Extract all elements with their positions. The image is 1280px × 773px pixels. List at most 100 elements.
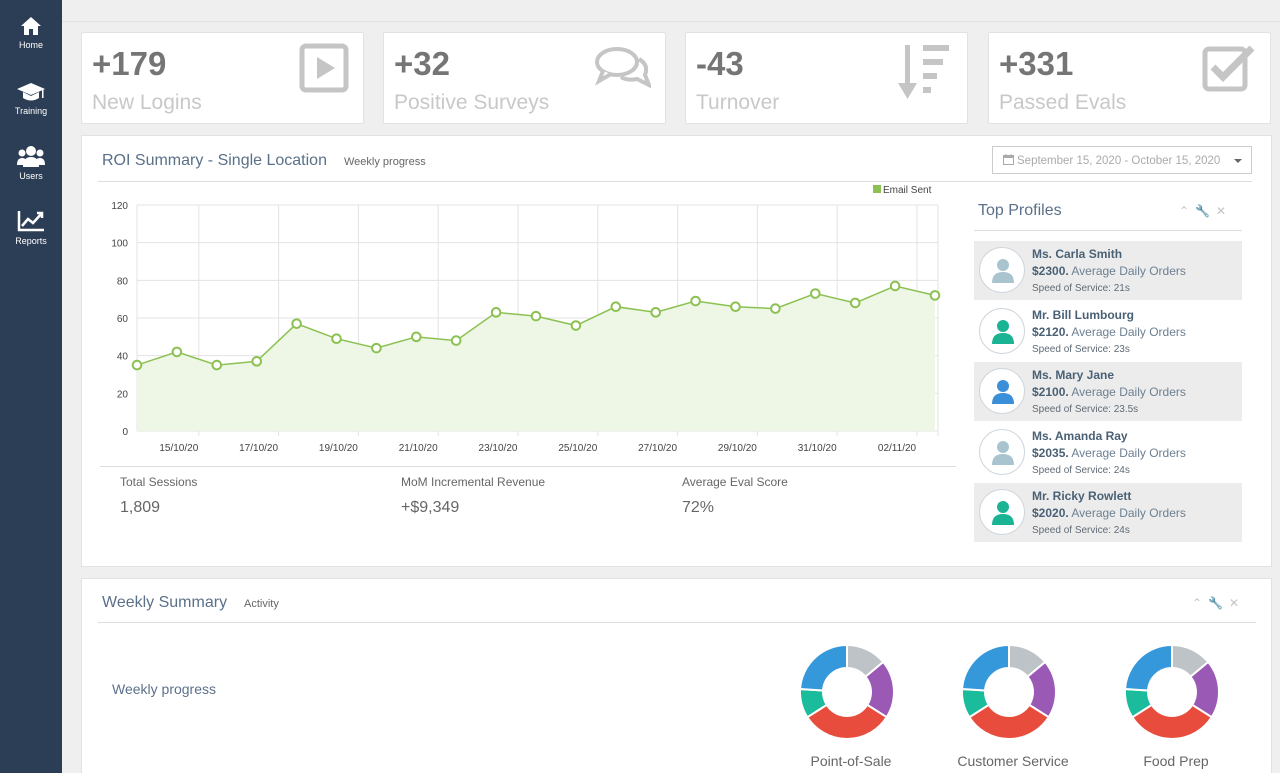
profile-row[interactable]: Ms. Mary Jane $2100. Average Daily Orders… <box>974 362 1242 421</box>
data-point[interactable] <box>411 331 422 343</box>
x-tick-label: 19/10/20 <box>319 443 358 454</box>
stat-card-turnover: -43 Turnover <box>685 32 968 124</box>
profile-speed: Speed of Service: 23.5s <box>1032 404 1139 415</box>
y-tick-label: 100 <box>111 239 128 250</box>
summary-value-mom-revenue: +$9,349 <box>401 499 460 516</box>
line-chart-icon <box>17 211 44 232</box>
profile-amount: $2020. <box>1032 506 1069 520</box>
top-bar <box>62 0 1280 22</box>
data-point[interactable] <box>171 346 183 358</box>
donut-chart-customer-service <box>961 643 1057 740</box>
roi-summary-panel: ROI Summary - Single Location Weekly pro… <box>81 135 1272 567</box>
profile-speed: Speed of Service: 24s <box>1032 525 1130 536</box>
data-point[interactable] <box>371 342 382 354</box>
nav-users[interactable]: Users <box>0 145 62 201</box>
avatar <box>979 307 1025 354</box>
top-profiles-title: Top Profiles <box>978 202 1062 219</box>
wrench-icon[interactable]: 🔧 <box>1208 596 1229 610</box>
data-point[interactable] <box>131 359 143 371</box>
chevron-up-icon[interactable]: ⌃ <box>1179 204 1195 218</box>
weekly-summary-panel: Weekly Summary Activity ⌃🔧✕ Weekly progr… <box>81 578 1272 773</box>
profile-amount: $2120. <box>1032 324 1069 339</box>
profile-orders: $2100. Average Daily Orders <box>1032 385 1186 399</box>
y-tick-label: 120 <box>111 201 128 212</box>
weekly-title: Weekly Summary <box>102 594 228 611</box>
data-point[interactable] <box>889 280 901 292</box>
divider <box>98 181 1252 182</box>
data-point[interactable] <box>490 307 502 318</box>
profile-speed: Speed of Service: 21s <box>1032 283 1130 294</box>
calendar-icon <box>1003 154 1014 165</box>
data-point[interactable] <box>690 295 701 307</box>
data-point[interactable] <box>331 333 342 345</box>
profile-name: Mr. Ricky Rowlett <box>1032 489 1132 503</box>
data-point[interactable] <box>849 297 861 309</box>
data-point[interactable] <box>610 301 622 312</box>
profile-row[interactable]: Mr. Ricky Rowlett $2020. Average Daily Or… <box>974 483 1242 542</box>
data-point[interactable] <box>211 359 223 371</box>
legend-swatch <box>873 185 881 193</box>
summary-label-eval-score: Average Eval Score <box>682 475 788 489</box>
data-point[interactable] <box>730 301 741 312</box>
avatar <box>979 247 1025 293</box>
profile-row[interactable]: Ms. Carla Smith $2300. Average Daily Orde… <box>974 241 1242 300</box>
weekly-progress-label: Weekly progress <box>112 681 217 697</box>
profile-metric: Average Daily Orders <box>1071 506 1186 520</box>
y-tick-label: 20 <box>117 389 129 400</box>
data-point[interactable] <box>810 288 821 299</box>
roi-title: ROI Summary - Single Location <box>102 152 327 169</box>
donut-slice[interactable] <box>961 643 1010 692</box>
stat-value: +179 <box>92 45 167 82</box>
data-point[interactable] <box>291 318 302 329</box>
profile-orders: $2020. Average Daily Orders <box>1032 506 1186 520</box>
comments-icon <box>594 47 651 89</box>
divider <box>98 622 1256 623</box>
data-point[interactable] <box>530 310 542 322</box>
summary-label-total-sessions: Total Sessions <box>120 475 198 489</box>
profile-row[interactable]: Mr. Bill Lumbourg $2120. Average Daily Or… <box>974 302 1242 361</box>
chevron-up-icon[interactable]: ⌃ <box>1192 596 1208 610</box>
profile-amount: $2100. <box>1032 385 1069 399</box>
profile-metric: Average Daily Orders <box>1071 385 1186 399</box>
data-point[interactable] <box>570 320 582 331</box>
weekly-tools: ⌃🔧✕ <box>1192 596 1245 610</box>
donut-label: Point-of-Sale <box>810 753 892 769</box>
data-point[interactable] <box>929 290 941 301</box>
nav-reports[interactable]: Reports <box>0 210 62 266</box>
profile-name: Mr. Bill Lumbourg <box>1032 307 1134 322</box>
chevron-down-icon <box>1234 159 1242 163</box>
date-range-picker[interactable]: September 15, 2020 - October 15, 2020 <box>992 146 1252 174</box>
data-point[interactable] <box>450 335 462 346</box>
stat-label: New Logins <box>92 91 202 114</box>
donut-slice[interactable] <box>799 643 848 692</box>
nav-training-label: Training <box>14 106 48 116</box>
weekly-subtitle: Activity <box>244 598 279 610</box>
close-icon[interactable]: ✕ <box>1229 596 1245 610</box>
nav-reports-label: Reports <box>15 236 47 246</box>
profile-row[interactable]: Ms. Amanda Ray $2035. Average Daily Order… <box>974 423 1242 482</box>
nav-training[interactable]: Training <box>0 82 62 138</box>
nav-home-label: Home <box>18 40 43 50</box>
donut-label: Food Prep <box>1143 753 1209 769</box>
donut-slice[interactable] <box>1124 643 1173 692</box>
x-tick-label: 02/11/20 <box>878 443 917 454</box>
wrench-icon[interactable]: 🔧 <box>1195 204 1216 218</box>
top-profiles-tools: ⌃🔧✕ <box>1179 204 1232 218</box>
data-point[interactable] <box>251 356 262 367</box>
nav-users-label: Users <box>19 171 43 181</box>
roi-line-chart: 0 20 40 60 80 100 120 15/10/20 17/10/20 19/10/20 2… <box>111 185 941 454</box>
x-tick-label: 15/10/20 <box>159 443 198 454</box>
nav-home[interactable]: Home <box>0 16 62 72</box>
avatar <box>979 489 1025 535</box>
data-point[interactable] <box>770 303 781 314</box>
x-tick-label: 23/10/20 <box>479 443 518 454</box>
user-icon <box>992 440 1014 465</box>
x-tick-label: 29/10/20 <box>718 443 757 454</box>
home-icon <box>21 17 41 35</box>
data-point[interactable] <box>650 307 662 318</box>
stat-label: Positive Surveys <box>394 91 550 114</box>
close-icon[interactable]: ✕ <box>1216 204 1232 218</box>
avatar <box>979 368 1025 414</box>
summary-value-total-sessions: 1,809 <box>120 499 161 516</box>
profile-speed: Speed of Service: 24s <box>1032 464 1130 476</box>
